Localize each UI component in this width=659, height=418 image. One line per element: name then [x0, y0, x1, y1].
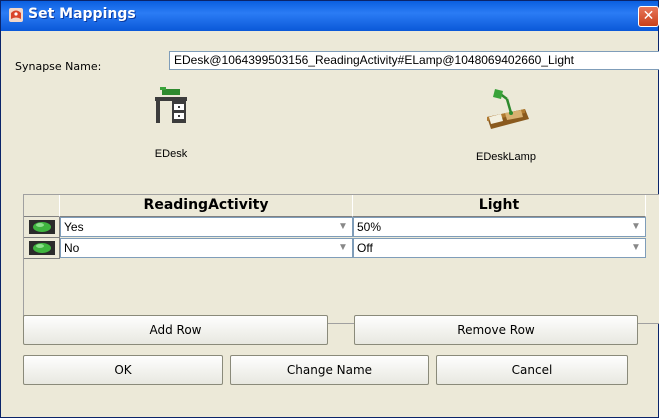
row-header[interactable] — [24, 238, 60, 259]
readingactivity-select[interactable]: Yes ▼ — [60, 217, 353, 237]
chevron-down-icon[interactable]: ▼ — [628, 240, 644, 256]
readingactivity-select[interactable]: No ▼ — [60, 238, 353, 258]
row-header[interactable] — [24, 217, 60, 238]
green-leaf-icon — [29, 220, 55, 234]
light-select[interactable]: 50% ▼ — [353, 217, 646, 237]
change-name-button[interactable]: Change Name — [230, 355, 429, 385]
remove-row-button[interactable]: Remove Row — [354, 315, 638, 345]
row-header-corner — [24, 195, 60, 217]
light-value: Off — [357, 241, 373, 255]
edesk-label: EDesk — [154, 148, 188, 160]
light-value: 50% — [357, 220, 382, 234]
chevron-down-icon[interactable]: ▼ — [335, 240, 351, 256]
app-icon — [9, 8, 23, 22]
light-select[interactable]: Off ▼ — [353, 238, 646, 258]
window-title: Set Mappings — [28, 6, 136, 22]
synapse-name-label: Synapse Name: — [15, 60, 102, 73]
column-header-light[interactable]: Light — [353, 195, 646, 217]
set-mappings-dialog: Set Mappings ✕ Synapse Name: EDesk@10643… — [0, 0, 659, 418]
column-header-readingactivity[interactable]: ReadingActivity — [60, 195, 353, 217]
table-row: Yes ▼ 50% ▼ — [24, 217, 659, 238]
cancel-button[interactable]: Cancel — [436, 355, 628, 385]
edesklamp-label: EDeskLamp — [476, 151, 536, 163]
readingactivity-value: Yes — [64, 220, 84, 234]
readingactivity-value: No — [64, 241, 80, 255]
desk-icon — [155, 87, 187, 123]
chevron-down-icon[interactable]: ▼ — [335, 219, 351, 235]
chevron-down-icon[interactable]: ▼ — [628, 219, 644, 235]
close-icon: ✕ — [642, 8, 655, 24]
green-leaf-icon — [29, 241, 55, 255]
synapse-name-field[interactable]: EDesk@1064399503156_ReadingActivity#ELam… — [169, 51, 659, 70]
table-row: No ▼ Off ▼ — [24, 238, 659, 259]
close-button[interactable]: ✕ — [638, 6, 659, 27]
dialog-body: Synapse Name: EDesk@1064399503156_Readin… — [1, 31, 659, 417]
mapping-table: ReadingActivity Light Yes ▼ 50% ▼ No ▼ O… — [23, 194, 659, 324]
add-row-button[interactable]: Add Row — [23, 315, 328, 345]
title-bar[interactable]: Set Mappings ✕ — [1, 1, 659, 31]
desk-lamp-icon — [487, 89, 529, 129]
ok-button[interactable]: OK — [23, 355, 223, 385]
